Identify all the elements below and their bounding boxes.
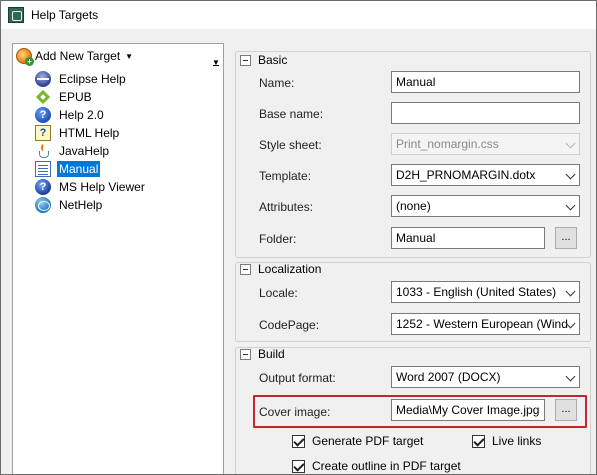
- eclipse-icon: [35, 71, 51, 87]
- style-sheet-label: Style sheet:: [259, 138, 322, 152]
- nethelp-icon: [35, 197, 51, 213]
- dropdown-caret-icon: ▼: [125, 52, 134, 61]
- help-targets-window: Help Targets + Add New Target ▼ ▼ Eclips…: [0, 0, 597, 475]
- tree-item-label: EPUB: [59, 90, 92, 104]
- template-value: D2H_PRNOMARGIN.dotx: [396, 168, 536, 182]
- tree-items: Eclipse Help EPUB ? Help 2.0 ? HTML Help…: [35, 70, 223, 214]
- codepage-value: 1252 - Western European (Wind: [396, 317, 568, 331]
- checkbox-checked-icon: [292, 434, 305, 448]
- add-target-icon: +: [16, 48, 34, 66]
- attributes-dropdown[interactable]: (none): [391, 195, 580, 217]
- localization-section-header[interactable]: Localization: [235, 261, 321, 277]
- tree-item-label: JavaHelp: [59, 144, 110, 158]
- tree-item-label: NetHelp: [59, 198, 103, 212]
- collapse-basic-icon[interactable]: [240, 54, 251, 66]
- build-section-header[interactable]: Build: [235, 346, 285, 362]
- window-title: Help Targets: [31, 8, 99, 22]
- output-format-value: Word 2007 (DOCX): [396, 370, 501, 384]
- tree-item-manual[interactable]: Manual: [35, 160, 223, 178]
- template-dropdown[interactable]: D2H_PRNOMARGIN.dotx: [391, 164, 580, 186]
- help20-icon: ?: [35, 107, 51, 123]
- cover-image-field[interactable]: Media\My Cover Image.jpg: [391, 399, 545, 421]
- html-help-icon: ?: [35, 125, 51, 141]
- epub-icon: [35, 89, 51, 105]
- locale-dropdown[interactable]: 1033 - English (United States): [391, 281, 580, 303]
- locale-value: 1033 - English (United States): [396, 285, 557, 299]
- style-sheet-value: Print_nomargin.css: [396, 137, 499, 151]
- folder-browse-button[interactable]: ...: [555, 227, 577, 249]
- output-format-label: Output format:: [259, 371, 336, 385]
- folder-field[interactable]: Manual: [391, 227, 545, 249]
- manual-icon: [35, 161, 51, 177]
- add-new-target-label: Add New Target: [35, 49, 121, 63]
- attributes-label: Attributes:: [259, 200, 314, 214]
- create-outline-label: Create outline in PDF target: [312, 459, 461, 473]
- generate-pdf-checkbox[interactable]: Generate PDF target: [292, 434, 423, 448]
- collapse-build-icon[interactable]: [240, 348, 251, 360]
- checkbox-checked-icon: [472, 434, 485, 448]
- tree-item-label: HTML Help: [59, 126, 120, 140]
- tree-item-help-2-0[interactable]: ? Help 2.0: [35, 106, 223, 124]
- tree-item-label: MS Help Viewer: [59, 180, 145, 194]
- build-section-title: Build: [258, 347, 285, 361]
- chevron-down-icon: [565, 169, 576, 180]
- name-label: Name:: [259, 76, 295, 90]
- cover-image-label: Cover image:: [259, 405, 331, 419]
- codepage-dropdown[interactable]: 1252 - Western European (Wind: [391, 313, 580, 335]
- chevron-down-icon: [565, 286, 576, 297]
- tree-item-epub[interactable]: EPUB: [35, 88, 223, 106]
- live-links-label: Live links: [492, 434, 542, 448]
- ms-help-viewer-icon: ?: [35, 179, 51, 195]
- checkbox-checked-icon: [292, 459, 305, 473]
- title-bar: Help Targets: [1, 1, 596, 29]
- generate-pdf-label: Generate PDF target: [312, 434, 424, 448]
- tree-menu-toggle-icon[interactable]: ▼: [210, 56, 222, 70]
- template-label: Template:: [259, 169, 312, 183]
- java-icon: [35, 143, 51, 159]
- tree-item-javahelp[interactable]: JavaHelp: [35, 142, 223, 160]
- tree-item-ms-help-viewer[interactable]: ? MS Help Viewer: [35, 178, 223, 196]
- cover-image-browse-button[interactable]: ...: [555, 399, 577, 421]
- targets-tree[interactable]: + Add New Target ▼ ▼ Eclipse Help EPUB ?…: [12, 43, 224, 474]
- base-name-field[interactable]: [391, 102, 580, 124]
- attributes-value: (none): [396, 199, 431, 213]
- locale-label: Locale:: [259, 286, 298, 300]
- chevron-down-icon: [565, 138, 576, 149]
- create-outline-checkbox[interactable]: Create outline in PDF target: [292, 459, 461, 473]
- target-properties: Basic Name: Manual Base name: Style shee…: [235, 43, 592, 474]
- base-name-label: Base name:: [259, 107, 324, 121]
- folder-label: Folder:: [259, 232, 297, 246]
- tree-item-label: Eclipse Help: [59, 72, 126, 86]
- name-field[interactable]: Manual: [391, 71, 580, 93]
- chevron-down-icon: [565, 200, 576, 211]
- localization-section-title: Localization: [258, 262, 322, 276]
- chevron-down-icon: [565, 371, 576, 382]
- collapse-localization-icon[interactable]: [240, 263, 251, 275]
- live-links-checkbox[interactable]: Live links: [472, 434, 541, 448]
- basic-section-title: Basic: [258, 53, 288, 67]
- tree-item-label: Manual: [57, 161, 101, 177]
- tree-item-html-help[interactable]: ? HTML Help: [35, 124, 223, 142]
- tree-item-nethelp[interactable]: NetHelp: [35, 196, 223, 214]
- tree-item-eclipse-help[interactable]: Eclipse Help: [35, 70, 223, 88]
- tree-item-label: Help 2.0: [59, 108, 104, 122]
- basic-section-header[interactable]: Basic: [235, 52, 287, 68]
- style-sheet-dropdown: Print_nomargin.css: [391, 133, 580, 155]
- add-new-target-button[interactable]: + Add New Target ▼: [13, 44, 223, 68]
- codepage-label: CodePage:: [259, 318, 320, 332]
- output-format-dropdown[interactable]: Word 2007 (DOCX): [391, 366, 580, 388]
- app-icon: [8, 7, 24, 23]
